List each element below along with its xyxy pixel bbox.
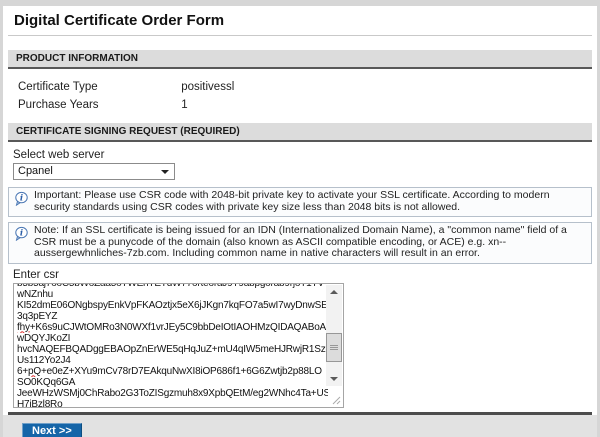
important-note-text: Important: Please use CSR code with 2048… (34, 190, 583, 213)
svg-text:i: i (20, 229, 23, 239)
scroll-down-icon[interactable] (326, 372, 342, 386)
certificate-type-value: positivessl (181, 81, 234, 93)
important-note-box: i Important: Please use CSR code with 20… (8, 187, 592, 217)
title-divider (8, 35, 592, 36)
section-header-product-information: PRODUCT INFORMATION (8, 50, 592, 69)
chevron-down-icon (161, 170, 169, 174)
page-title: Digital Certificate Order Form (14, 12, 597, 29)
next-button[interactable]: Next >> (22, 423, 82, 437)
certificate-type-row: Certificate Type positivessl (18, 78, 597, 96)
select-web-server-label: Select web server (13, 150, 597, 161)
csr-textarea[interactable]: b5b5aj7ooC5bWoZaa5oTWEhTETdW77orteoraJ9T… (13, 283, 344, 408)
csr-scrollbar[interactable] (326, 285, 342, 386)
footer-bar: Next >> (3, 415, 597, 437)
csr-text: b5b5aj7ooC5bWoZaa5oTWEhTETdW77orteoraJ9T… (14, 283, 328, 408)
svg-text:i: i (20, 194, 23, 204)
enter-csr-label: Enter csr (13, 270, 597, 281)
certificate-type-label: Certificate Type (18, 78, 178, 96)
section-header-csr: CERTIFICATE SIGNING REQUEST (REQUIRED) (8, 123, 592, 142)
resize-grip-icon[interactable] (331, 395, 341, 405)
idn-note-text: Note: If an SSL certificate is being iss… (34, 225, 583, 260)
web-server-select[interactable]: Cpanel (13, 163, 175, 180)
order-form-page: Digital Certificate Order Form PRODUCT I… (3, 6, 597, 437)
web-server-selected-value: Cpanel (18, 165, 53, 177)
info-icon: i (14, 225, 29, 260)
info-icon: i (14, 190, 29, 213)
scroll-up-icon[interactable] (326, 285, 342, 299)
scrollbar-thumb[interactable] (326, 333, 342, 362)
purchase-years-row: Purchase Years 1 (18, 96, 597, 114)
idn-note-box: i Note: If an SSL certificate is being i… (8, 222, 592, 264)
purchase-years-label: Purchase Years (18, 96, 178, 114)
purchase-years-value: 1 (181, 99, 187, 111)
product-info-rows: Certificate Type positivessl Purchase Ye… (3, 69, 597, 114)
